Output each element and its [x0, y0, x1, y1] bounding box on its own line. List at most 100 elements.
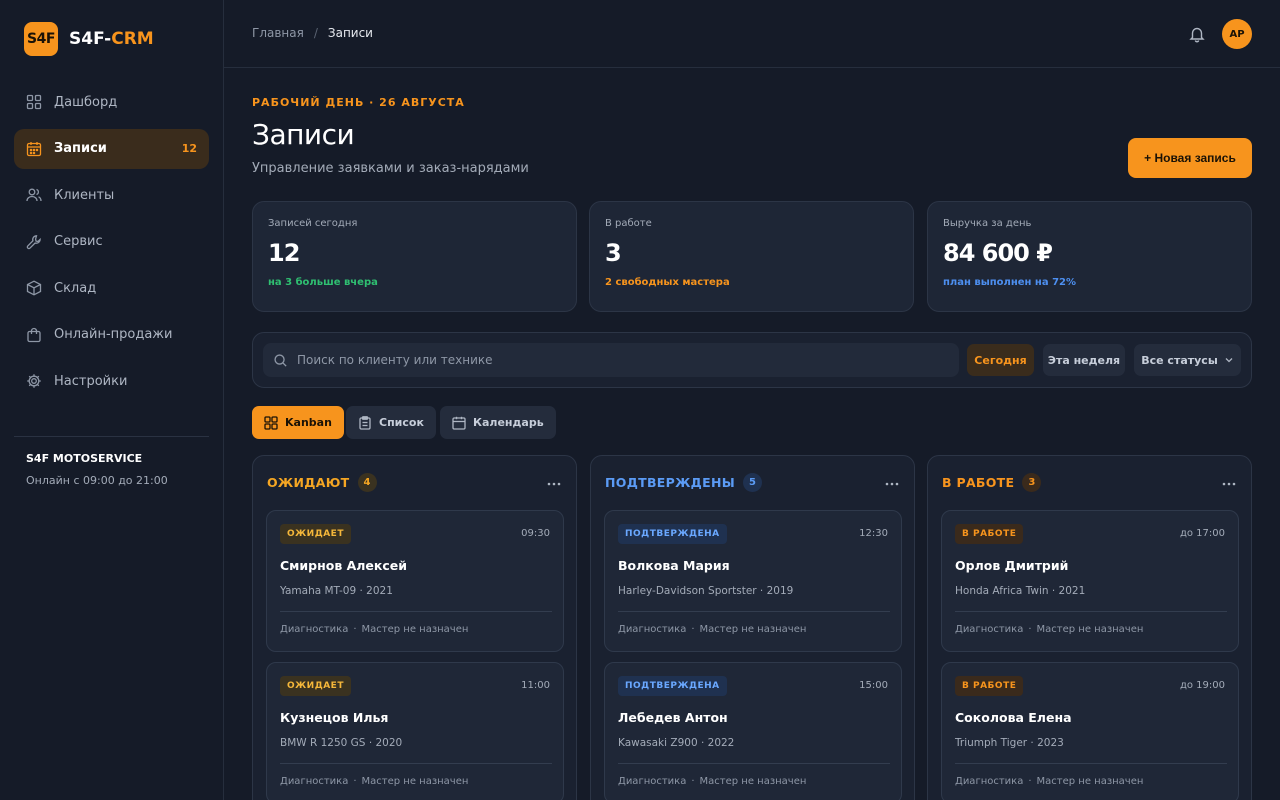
record-time: 11:00 — [521, 680, 550, 691]
vehicle: Harley-Davidson Sportster · 2019 — [618, 585, 794, 597]
bell-icon[interactable] — [1188, 25, 1206, 43]
page-title: Записи — [252, 118, 355, 151]
status-badge: ПОДТВЕРЖДЕНА — [618, 676, 727, 696]
card-divider — [280, 611, 552, 612]
logo[interactable]: S4F S4F-CRM — [24, 22, 154, 56]
sidebar-item-label: Сервис — [54, 234, 103, 249]
tab-calendar[interactable]: Календарь — [440, 406, 556, 439]
service-type: Диагностика — [618, 624, 687, 635]
record-meta: Диагностика · Мастер не назначен — [280, 776, 468, 787]
sidebar-item-warehouse[interactable]: Склад — [14, 268, 209, 308]
record-card[interactable]: ОЖИДАЕТ 11:00 Кузнецов Илья BMW R 1250 G… — [266, 662, 564, 800]
sidebar-item-label: Настройки — [54, 373, 128, 389]
record-time: до 17:00 — [1179, 528, 1225, 539]
clipboard-icon — [359, 415, 371, 430]
search-input[interactable] — [297, 353, 917, 367]
master-status: Мастер не назначен — [1036, 776, 1144, 787]
stat-value: 3 — [605, 239, 622, 267]
tab-label: Kanban — [285, 416, 332, 429]
record-card[interactable]: В РАБОТЕ до 17:00 Орлов Дмитрий Honda Af… — [941, 510, 1239, 652]
record-card[interactable]: ПОДТВЕРЖДЕНА 12:30 Волкова Мария Harley-… — [604, 510, 902, 652]
master-status: Мастер не назначен — [361, 776, 469, 787]
service-type: Диагностика — [955, 776, 1024, 787]
record-card[interactable]: ОЖИДАЕТ 09:30 Смирнов Алексей Yamaha MT-… — [266, 510, 564, 652]
more-icon[interactable] — [884, 476, 900, 492]
sidebar-item-count: 12 — [181, 142, 197, 155]
tab-kanban[interactable]: Kanban — [252, 406, 344, 439]
record-meta: Диагностика · Мастер не назначен — [955, 776, 1143, 787]
client-name: Соколова Елена — [955, 710, 1072, 725]
more-icon[interactable] — [1221, 476, 1237, 492]
vehicle: Kawasaki Z900 · 2022 — [618, 737, 735, 749]
search-box — [263, 343, 959, 377]
shop-name: S4F MOTOSERVICE — [26, 452, 143, 465]
wrench-icon — [26, 234, 41, 249]
tab-label: Список — [379, 416, 424, 429]
topbar: Главная / Записи AP — [224, 0, 1280, 68]
more-icon[interactable] — [546, 476, 562, 492]
stat-label: Выручка за день — [943, 218, 1032, 229]
filter-today-button[interactable]: Сегодня — [967, 344, 1034, 376]
new-record-button[interactable]: + Новая запись — [1128, 138, 1252, 178]
column-title: ПОДТВЕРЖДЕНЫ — [605, 475, 735, 490]
record-card[interactable]: ПОДТВЕРЖДЕНА 15:00 Лебедев Антон Kawasak… — [604, 662, 902, 800]
breadcrumb-home[interactable]: Главная — [252, 26, 304, 40]
stat-label: В работе — [605, 218, 652, 229]
calendar-icon — [452, 416, 466, 430]
client-name: Смирнов Алексей — [280, 558, 408, 573]
filter-week-button[interactable]: Эта неделя — [1043, 344, 1125, 376]
column-header: ПОДТВЕРЖДЕНЫ 5 — [605, 473, 762, 492]
status-badge: ПОДТВЕРЖДЕНА — [618, 524, 727, 544]
stat-value: 84 600 ₽ — [943, 239, 1053, 267]
breadcrumb: Главная / Записи — [252, 26, 373, 40]
gear-icon — [27, 374, 41, 388]
master-status: Мастер не назначен — [699, 776, 807, 787]
record-time: 15:00 — [859, 680, 888, 691]
vehicle: Yamaha MT-09 · 2021 — [280, 585, 393, 597]
sidebar-item-records[interactable]: Записи 12 — [14, 128, 209, 169]
shopping-bag-icon — [27, 327, 41, 342]
client-name: Лебедев Антон — [618, 710, 728, 725]
status-select-label: Все статусы — [1141, 353, 1218, 367]
record-card[interactable]: В РАБОТЕ до 19:00 Соколова Елена Triumph… — [941, 662, 1239, 800]
service-type: Диагностика — [280, 624, 349, 635]
stat-note: план выполнен на 72% — [943, 277, 1077, 288]
card-divider — [955, 611, 1227, 612]
sidebar-item-dashboard[interactable]: Дашборд — [14, 82, 209, 122]
stat-label: Записей сегодня — [268, 218, 358, 229]
sidebar-item-settings[interactable]: Настройки — [14, 361, 209, 401]
record-meta: Диагностика · Мастер не назначен — [955, 624, 1143, 635]
status-badge: В РАБОТЕ — [955, 524, 1024, 544]
record-time: 09:30 — [521, 528, 550, 539]
status-badge: В РАБОТЕ — [955, 676, 1024, 696]
master-status: Мастер не назначен — [361, 624, 469, 635]
kanban-column-confirmed: ПОДТВЕРЖДЕНЫ 5 ПОДТВЕРЖДЕНА 12:30 Волков… — [590, 455, 915, 800]
dashboard-icon — [26, 94, 42, 110]
stat-note: на 3 больше вчера — [268, 277, 378, 288]
breadcrumb-current: Записи — [327, 26, 373, 40]
sidebar-item-service[interactable]: Сервис — [14, 222, 209, 262]
card-divider — [955, 763, 1227, 764]
box-icon — [26, 280, 42, 296]
workday-label: РАБОЧИЙ ДЕНЬ · 26 АВГУСТА — [252, 96, 465, 109]
filter-bar: Сегодня Эта неделя Все статусы — [252, 332, 1252, 388]
client-name: Волкова Мария — [618, 558, 730, 573]
master-status: Мастер не назначен — [699, 624, 807, 635]
stat-value: 12 — [268, 239, 300, 267]
sidebar: S4F S4F-CRM Дашборд Записи 12 Клиенты Се… — [0, 0, 224, 800]
sidebar-item-clients[interactable]: Клиенты — [14, 175, 209, 215]
sidebar-item-online-sales[interactable]: Онлайн-продажи — [14, 315, 209, 355]
vehicle: BMW R 1250 GS · 2020 — [280, 737, 403, 749]
stat-card-records-today: Записей сегодня 12 на 3 больше вчера — [252, 201, 577, 312]
avatar[interactable]: AP — [1222, 19, 1252, 49]
app-name-part: S4F- — [69, 29, 112, 49]
status-select[interactable]: Все статусы — [1134, 344, 1241, 376]
tab-list[interactable]: Список — [346, 406, 436, 439]
sidebar-item-label: Записи — [54, 141, 107, 156]
card-divider — [618, 611, 890, 612]
service-type: Диагностика — [280, 776, 349, 787]
record-meta: Диагностика · Мастер не назначен — [618, 776, 806, 787]
sidebar-nav: Дашборд Записи 12 Клиенты Сервис Склад О… — [14, 82, 209, 408]
column-title: В РАБОТЕ — [942, 475, 1015, 490]
column-header: В РАБОТЕ 3 — [942, 473, 1042, 492]
